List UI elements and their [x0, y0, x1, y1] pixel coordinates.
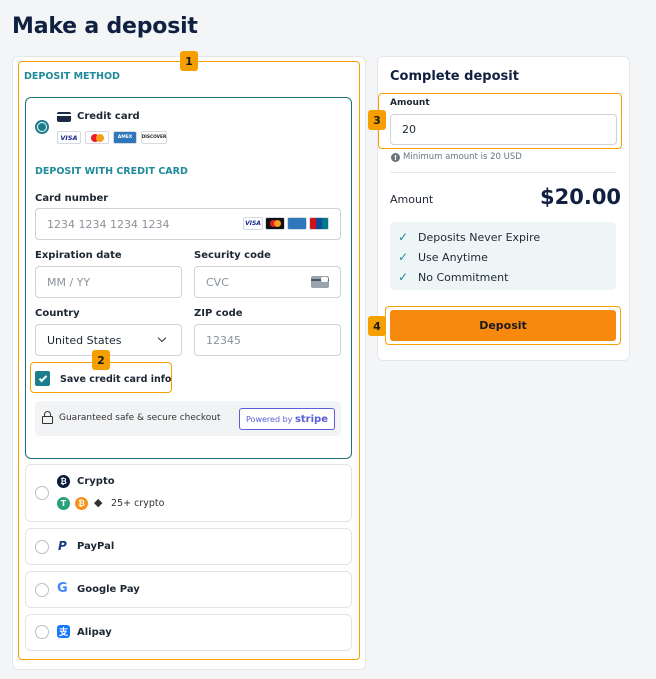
alipay-name: Alipay [77, 627, 112, 638]
powered-by-text: Powered by [246, 414, 293, 424]
check-icon: ✓ [398, 230, 409, 244]
benefit-item: ✓ No Commitment [398, 267, 616, 287]
zip-code-label: ZIP code [194, 308, 243, 319]
check-icon: ✓ [398, 270, 409, 284]
security-code-label: Security code [194, 250, 271, 261]
benefit-item: ✓ Deposits Never Expire [398, 227, 616, 247]
benefit-text: Deposits Never Expire [418, 230, 541, 244]
summary-amount-label: Amount [390, 193, 434, 206]
amex-icon [287, 217, 307, 230]
security-code-placeholder: CVC [206, 275, 229, 289]
country-value: United States [47, 333, 122, 347]
amount-input[interactable]: 20 [390, 114, 617, 145]
info-icon: ! [391, 153, 400, 162]
google-pay-name: Google Pay [77, 584, 140, 595]
expiration-placeholder: MM / YY [47, 275, 91, 289]
alipay-icon: 支 [57, 625, 70, 638]
page-title: Make a deposit [12, 14, 198, 39]
powered-by-stripe-badge[interactable]: Powered by stripe [239, 408, 335, 430]
visa-icon: VISA [57, 131, 81, 144]
crypto-option[interactable] [25, 464, 352, 522]
amex-icon: AMEX [113, 131, 137, 144]
credit-card-section-heading: DEPOSIT WITH CREDIT CARD [35, 166, 188, 177]
card-number-label: Card number [35, 193, 109, 204]
summary-amount-value: $20.00 [540, 185, 622, 209]
tether-icon: T [57, 497, 70, 510]
google-icon: G [57, 581, 68, 596]
amount-value: 20 [402, 123, 416, 136]
stripe-logo: stripe [294, 413, 328, 425]
crypto-name: Crypto [77, 476, 115, 487]
mastercard-icon [85, 131, 109, 144]
credit-card-radio[interactable] [35, 120, 49, 134]
credit-card-icon [57, 112, 71, 122]
zip-code-placeholder: 12345 [206, 333, 241, 347]
deposit-button[interactable]: Deposit [390, 310, 616, 341]
callout-2: 2 [92, 350, 110, 370]
deposit-method-heading: DEPOSIT METHOD [24, 71, 120, 82]
credit-card-name: Credit card [77, 111, 140, 122]
save-card-label: Save credit card info [60, 374, 172, 385]
secure-checkout-text: Guaranteed safe & secure checkout [59, 413, 221, 423]
bitcoin-icon: ₿ [75, 497, 88, 510]
check-icon: ✓ [398, 250, 409, 264]
alipay-radio[interactable] [35, 625, 49, 639]
paypal-radio[interactable] [35, 540, 49, 554]
benefits-box: ✓ Deposits Never Expire ✓ Use Anytime ✓ No … [390, 222, 616, 290]
benefit-item: ✓ Use Anytime [398, 247, 616, 267]
google-pay-radio[interactable] [35, 583, 49, 597]
country-label: Country [35, 308, 80, 319]
paypal-icon: P [58, 539, 67, 553]
discover-icon: DISCOVER [141, 131, 167, 144]
cvc-card-icon [311, 276, 329, 288]
crypto-icon: ₿ [57, 475, 70, 488]
complete-deposit-heading: Complete deposit [390, 69, 519, 84]
checkmark-icon [38, 373, 47, 382]
crypto-more-text: 25+ crypto [111, 498, 165, 509]
paypal-option[interactable] [25, 528, 352, 565]
benefit-text: No Commitment [418, 270, 509, 284]
zip-code-input[interactable]: 12345 [194, 324, 341, 356]
callout-4: 4 [368, 316, 386, 336]
google-pay-option[interactable] [25, 571, 352, 608]
save-card-checkbox[interactable] [35, 371, 50, 386]
benefit-text: Use Anytime [418, 250, 488, 264]
callout-1: 1 [180, 51, 198, 71]
crypto-radio[interactable] [35, 486, 49, 500]
visa-icon: VISA [243, 217, 263, 230]
alipay-option[interactable] [25, 614, 352, 651]
lock-icon [42, 411, 53, 424]
min-amount-note: Minimum amount is 20 USD [403, 152, 522, 162]
paypal-name: PayPal [77, 541, 115, 552]
ethereum-icon: ◆ [94, 496, 103, 509]
expiration-label: Expiration date [35, 250, 122, 261]
mastercard-icon [265, 217, 285, 230]
unionpay-icon [309, 217, 329, 230]
divider [390, 172, 616, 173]
card-number-placeholder: 1234 1234 1234 1234 [47, 217, 170, 231]
expiration-input[interactable]: MM / YY [35, 266, 182, 298]
amount-label: Amount [390, 98, 430, 108]
callout-3: 3 [368, 110, 386, 130]
